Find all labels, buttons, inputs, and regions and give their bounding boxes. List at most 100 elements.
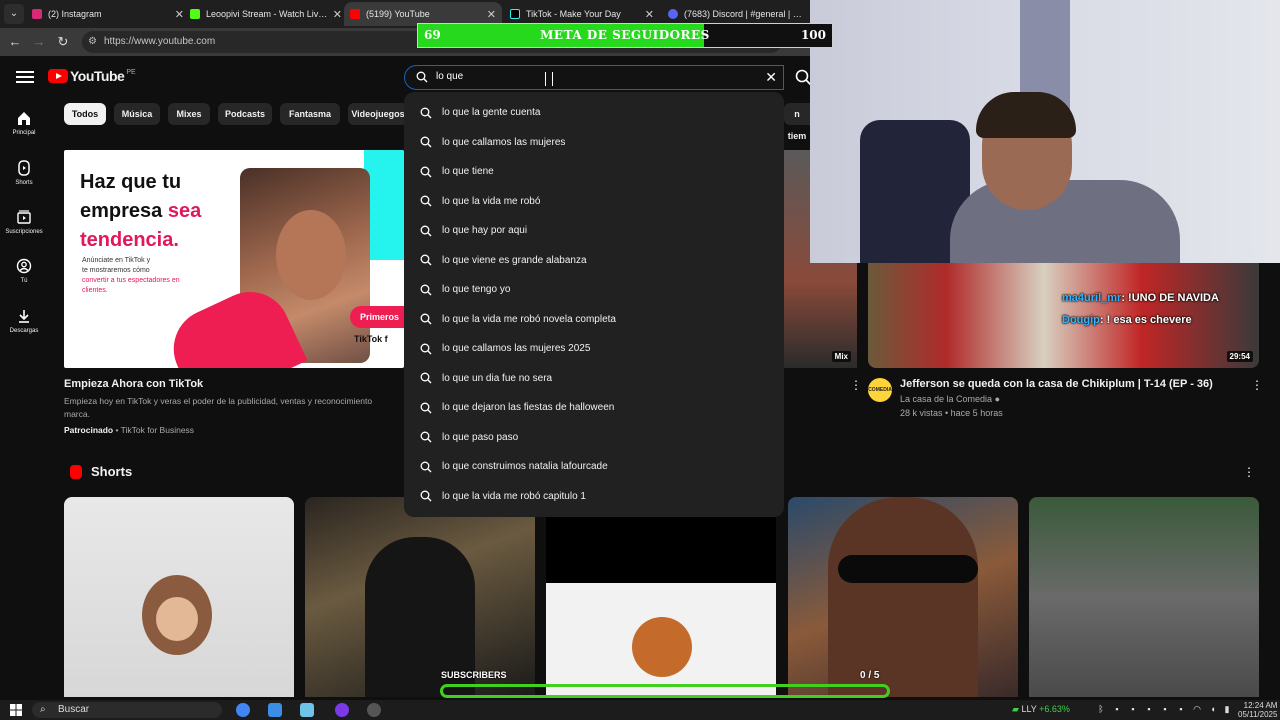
ad-sponsor: Patrocinado • TikTok for Business [64,425,194,435]
download-icon [19,310,29,323]
video-meta: 28 k vistas • hace 5 horas [900,408,1003,418]
suggestion-item[interactable]: lo que construimos natalia lafourcade [404,452,784,482]
speaker-icon[interactable]: ◖ [1208,704,1218,714]
site-info-icon[interactable]: ⚙ [88,31,97,53]
suggestion-text: lo que tengo yo [442,284,511,296]
ad-title[interactable]: Empieza Ahora con TikTok [64,378,203,390]
stock-widget[interactable]: ▰ LLY +6.63% [1012,704,1070,715]
shorts-icon [18,160,30,176]
mic-icon[interactable]: ▮ [1222,704,1232,714]
sidebar-item-descargas[interactable]: Descargas [0,308,48,334]
shorts-title: Shorts [91,464,133,479]
back-arrow-icon[interactable]: ← [7,34,23,50]
text-cursor-icon [545,72,553,86]
url-text: https://www.youtube.com [104,36,216,47]
ad-banner[interactable]: Haz que tu empresa sea tendencia. Anúnci… [64,150,404,368]
short-card[interactable] [64,497,294,697]
short-card[interactable] [788,497,1018,697]
search-icon [420,166,432,178]
person-shirt [950,180,1180,263]
suggestion-item[interactable]: lo que paso paso [404,423,784,453]
suggestion-item[interactable]: lo que la vida me robó novela completa [404,305,784,335]
suggestion-item[interactable]: lo que callamos las mujeres 2025 [404,334,784,364]
copilot-icon[interactable] [268,703,282,717]
sponsored-label: Patrocinado [64,425,114,435]
duration-badge: 29:54 [1226,351,1253,362]
sidebar-item-principal[interactable]: Principal [0,110,48,136]
ad-cta-button[interactable]: Primeros [350,306,404,328]
tab-instagram[interactable]: (2) Instagram ✕ [26,2,190,26]
more-options-icon[interactable]: ⋮ [850,379,862,391]
suggestion-item[interactable]: lo que tengo yo [404,275,784,305]
taskbar-search[interactable]: ⌕ Buscar [32,702,222,718]
chip-podcasts[interactable]: Podcasts [218,103,272,125]
ad-face [276,210,346,300]
network-icon[interactable]: ▪ [1112,704,1122,714]
chrome-icon[interactable] [236,703,250,717]
chip-todos[interactable]: Todos [64,103,106,125]
suggestion-item[interactable]: lo que la vida me robó [404,187,784,217]
subscribers-count: 0 / 5 [860,670,880,681]
tray-app-icon[interactable]: ▪ [1144,704,1154,714]
channel-avatar[interactable]: COMEDIA [868,378,892,402]
close-icon[interactable]: ✕ [175,8,184,21]
windows-start-icon[interactable] [10,704,22,716]
close-icon[interactable]: ✕ [333,8,342,21]
ad-decoration [364,150,404,260]
files-icon[interactable] [300,703,314,717]
ad-desc-line1: Empieza hoy en TikTok y veras el poder d… [64,396,373,406]
suggestion-item[interactable]: lo que un dia fue no sera [404,364,784,394]
chip-videojuegos[interactable]: Videojuegos [348,103,408,125]
advertiser-name: • TikTok for Business [113,425,195,435]
suggestion-item[interactable]: lo que la gente cuenta [404,98,784,128]
sidebar-item-suscripciones[interactable]: Suscripciones [0,209,48,235]
close-icon[interactable]: ✕ [645,8,654,21]
clear-search-icon[interactable]: ✕ [765,69,777,86]
video-channel[interactable]: La casa de la Comedia ● [900,394,1000,404]
suggestion-item[interactable]: lo que hay por aqui [404,216,784,246]
sidebar-item-tu[interactable]: Tú [0,258,48,284]
suggestion-item[interactable]: lo que viene es grande alabanza [404,246,784,276]
forward-arrow-icon[interactable]: → [31,34,47,50]
tab-search-button[interactable]: ⌄ [4,4,24,24]
short-card[interactable] [546,497,776,697]
suggestion-item[interactable]: lo que callamos las mujeres [404,128,784,158]
search-icon [420,313,432,325]
youtube-logo[interactable]: YouTube PE [48,68,136,84]
webcam-overlay [810,0,1280,263]
suggestion-item[interactable]: lo que tiene [404,157,784,187]
menu-icon[interactable] [16,68,34,84]
chip-partial[interactable]: n tiem [784,103,810,141]
search-input[interactable]: lo que ✕ [404,65,784,90]
tab-kick[interactable]: Leoopivi Stream - Watch Live o ✕ [184,2,348,26]
video-title[interactable]: Jefferson se queda con la casa de Chikip… [900,378,1213,390]
suggestion-text: lo que la gente cuenta [442,107,541,119]
more-options-icon[interactable]: ⋮ [1243,466,1255,478]
short-card[interactable] [305,497,535,697]
tray-app-icon[interactable]: ▪ [1160,704,1170,714]
close-icon[interactable]: ✕ [487,8,496,21]
chip-musica[interactable]: Música [114,103,160,125]
chip-fantasma[interactable]: Fantasma [280,103,340,125]
ad-subtext: Anúnciate en TikTok y te mostraremos cóm… [82,256,202,296]
taskbar-clock[interactable]: 12:24 AM 05/11/2025 [1238,701,1277,719]
obs-icon[interactable] [367,703,381,717]
tray-app-icon[interactable]: ▪ [1176,704,1186,714]
suggestion-item[interactable]: lo que la vida me robó capitulo 1 [404,482,784,512]
ad-desc-line2: marca. [64,409,90,419]
reload-icon[interactable]: ↻ [55,34,71,50]
clock-time: 12:24 AM [1243,701,1278,710]
tab-label: (7683) Discord | #general | LEO [684,9,804,19]
short-card[interactable] [1029,497,1259,697]
bluetooth-icon[interactable]: ᛒ [1096,704,1106,714]
tab-label: (2) Instagram [48,9,102,19]
suggestion-item[interactable]: lo que dejaron las fiestas de halloween [404,393,784,423]
wifi-icon[interactable]: ◠ [1192,704,1202,714]
kick-icon [190,9,200,19]
tray-app-icon[interactable]: ▪ [1128,704,1138,714]
browser-icon[interactable] [335,703,349,717]
sidebar-item-shorts[interactable]: Shorts [0,160,48,186]
chip-mixes[interactable]: Mixes [168,103,210,125]
more-options-icon[interactable]: ⋮ [1251,379,1263,391]
tab-label: TikTok - Make Your Day [526,9,621,19]
